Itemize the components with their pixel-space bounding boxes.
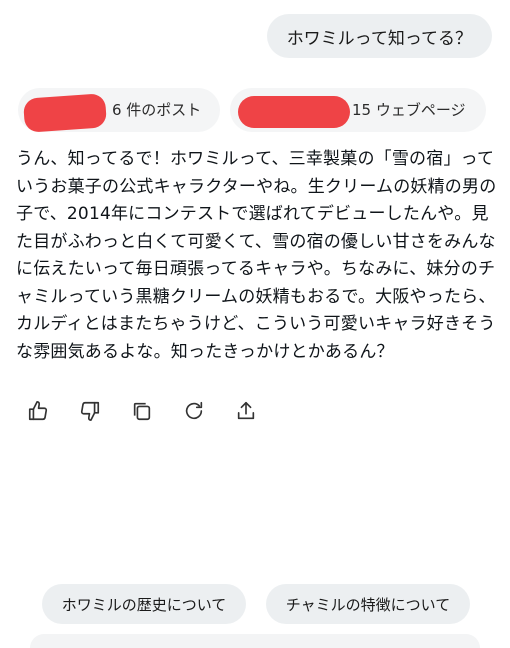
response-action-bar (27, 400, 257, 422)
share-icon[interactable] (235, 400, 257, 422)
webpages-count-label: 15 ウェブページ (352, 101, 466, 119)
regenerate-icon[interactable] (183, 400, 205, 422)
assistant-reply-text: うん、知ってるで！ホワミルって、三幸製菓の「雪の宿」っていうお菓子の公式キャラク… (16, 149, 497, 362)
redaction-mark (238, 96, 350, 128)
suggestion-chip[interactable]: チャミルの特徴について (266, 584, 470, 624)
user-message-bubble: ホワミルって知ってる？ (266, 14, 492, 58)
copy-icon[interactable] (131, 400, 153, 422)
suggestion-label: チャミルの特徴について (285, 595, 451, 614)
redaction-mark (22, 93, 108, 133)
thumbs-up-icon[interactable] (27, 400, 49, 422)
suggestion-label: ホワミルの歴史について (61, 595, 227, 614)
user-message-text: ホワミルって知ってる？ (286, 28, 472, 49)
posts-count-label: 6 件のポスト (112, 101, 202, 119)
message-input-edge[interactable] (30, 634, 480, 648)
suggestion-chip[interactable]: ホワミルの歴史について (42, 584, 246, 624)
thumbs-down-icon[interactable] (79, 400, 101, 422)
